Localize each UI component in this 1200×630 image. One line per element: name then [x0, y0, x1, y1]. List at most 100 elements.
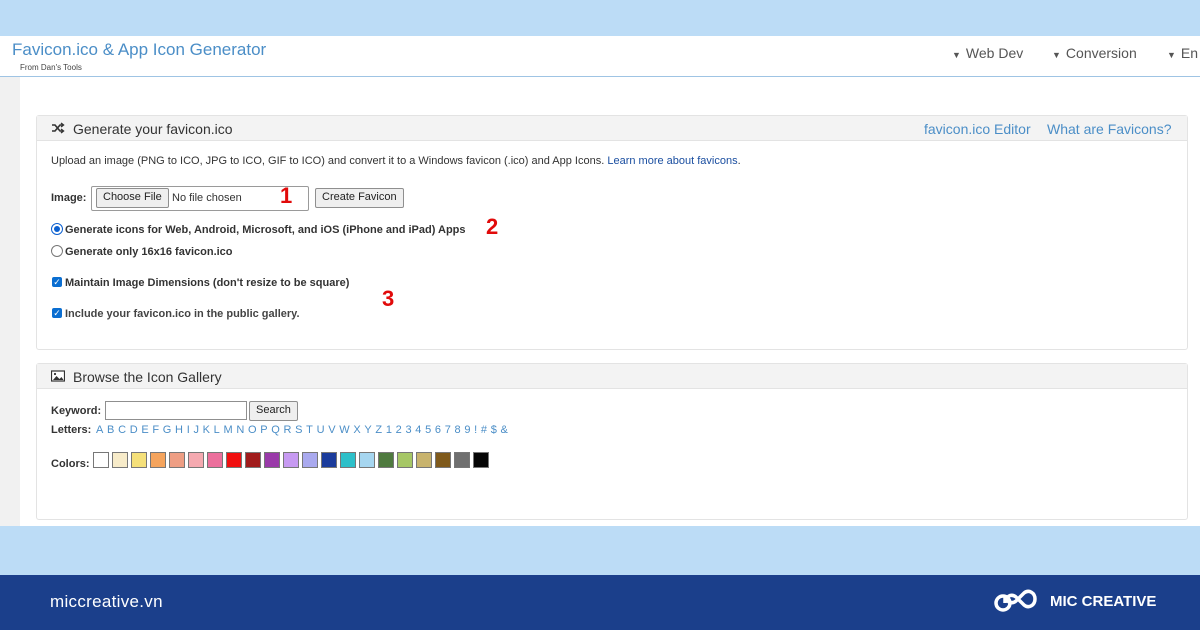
- option-all-label: Generate icons for Web, Android, Microso…: [65, 224, 466, 236]
- color-swatch[interactable]: [435, 452, 451, 468]
- letters-label: Letters:: [51, 424, 92, 436]
- radio-16-only[interactable]: [51, 245, 63, 257]
- color-swatch[interactable]: [264, 452, 280, 468]
- checkbox-maintain-dimensions[interactable]: ✓: [52, 277, 62, 287]
- letter-link[interactable]: Z: [375, 424, 382, 436]
- colors-label: Colors:: [51, 458, 90, 470]
- letter-link[interactable]: Q: [271, 424, 280, 436]
- brand-footer: miccreative.vn MIC CREATIVE: [0, 575, 1200, 630]
- color-swatch[interactable]: [397, 452, 413, 468]
- letter-link[interactable]: H: [175, 424, 183, 436]
- letter-link[interactable]: A: [96, 424, 103, 436]
- callout-3: 3: [382, 286, 395, 311]
- color-swatch[interactable]: [169, 452, 185, 468]
- what-are-favicons-link[interactable]: What are Favicons?: [1047, 121, 1172, 137]
- color-swatch[interactable]: [207, 452, 223, 468]
- footer-brand: MIC CREATIVE: [1050, 593, 1157, 610]
- letter-link[interactable]: S: [295, 424, 302, 436]
- caret-down-icon: ▼: [1052, 50, 1061, 60]
- letter-link[interactable]: F: [152, 424, 159, 436]
- letter-link[interactable]: 4: [415, 424, 421, 436]
- letter-link[interactable]: 1: [386, 424, 392, 436]
- generator-panel: Generate your favicon.ico favicon.ico Ed…: [36, 115, 1188, 350]
- file-input[interactable]: Choose File No file chosen: [91, 186, 309, 211]
- letter-link[interactable]: 6: [435, 424, 441, 436]
- color-swatch[interactable]: [112, 452, 128, 468]
- nav-en[interactable]: ▼ En: [1167, 45, 1198, 61]
- letter-link[interactable]: 8: [455, 424, 461, 436]
- color-swatch[interactable]: [378, 452, 394, 468]
- favicon-editor-link[interactable]: favicon.ico Editor: [924, 121, 1031, 137]
- letter-link[interactable]: 2: [396, 424, 402, 436]
- color-swatch[interactable]: [283, 452, 299, 468]
- nav-label: En: [1180, 45, 1199, 61]
- letter-link[interactable]: V: [328, 424, 335, 436]
- include-gallery-label: Include your favicon.ico in the public g…: [65, 308, 300, 320]
- browser-screenshot: Favicon.ico & App Icon Generator From Da…: [0, 36, 1200, 526]
- choose-file-button[interactable]: Choose File: [96, 188, 169, 208]
- site-title[interactable]: Favicon.ico & App Icon Generator: [12, 40, 266, 60]
- letter-link[interactable]: L: [214, 424, 220, 436]
- letter-link[interactable]: 3: [405, 424, 411, 436]
- letter-link[interactable]: Y: [364, 424, 371, 436]
- letter-link[interactable]: J: [193, 424, 199, 436]
- letter-link[interactable]: R: [284, 424, 292, 436]
- letter-link[interactable]: B: [107, 424, 114, 436]
- color-swatch[interactable]: [245, 452, 261, 468]
- search-button[interactable]: Search: [249, 401, 298, 421]
- nav-web-dev[interactable]: ▼ Web Dev: [952, 45, 1023, 61]
- letter-link[interactable]: 9: [464, 424, 470, 436]
- color-swatch[interactable]: [150, 452, 166, 468]
- letter-link[interactable]: 7: [445, 424, 451, 436]
- caret-down-icon: ▼: [952, 50, 961, 60]
- color-swatch[interactable]: [188, 452, 204, 468]
- color-swatch[interactable]: [340, 452, 356, 468]
- learn-more-link[interactable]: Learn more about favicons: [607, 155, 737, 167]
- letter-link[interactable]: I: [187, 424, 190, 436]
- callout-1: 1: [280, 183, 293, 208]
- color-swatch[interactable]: [93, 452, 109, 468]
- letter-link[interactable]: &: [501, 424, 508, 436]
- main-content: Generate your favicon.ico favicon.ico Ed…: [20, 77, 1200, 526]
- letter-link[interactable]: K: [203, 424, 210, 436]
- create-favicon-button[interactable]: Create Favicon: [315, 188, 404, 208]
- letter-link[interactable]: $: [491, 424, 497, 436]
- color-swatch[interactable]: [226, 452, 242, 468]
- gallery-panel: Browse the Icon Gallery Keyword: Search …: [36, 363, 1188, 520]
- letter-link[interactable]: P: [260, 424, 267, 436]
- letter-link[interactable]: M: [223, 424, 232, 436]
- radio-all-icons[interactable]: [51, 223, 63, 235]
- gallery-panel-header: Browse the Icon Gallery: [37, 364, 1187, 389]
- letter-link[interactable]: G: [163, 424, 172, 436]
- color-swatch[interactable]: [473, 452, 489, 468]
- letter-link[interactable]: E: [141, 424, 148, 436]
- color-swatch[interactable]: [302, 452, 318, 468]
- color-swatch[interactable]: [359, 452, 375, 468]
- letter-link[interactable]: N: [236, 424, 244, 436]
- letter-link[interactable]: O: [248, 424, 257, 436]
- maintain-dims-label: Maintain Image Dimensions (don't resize …: [65, 277, 350, 289]
- no-file-text: No file chosen: [172, 192, 242, 204]
- image-label: Image:: [51, 192, 87, 204]
- letter-link[interactable]: C: [118, 424, 126, 436]
- letter-link[interactable]: U: [317, 424, 325, 436]
- color-swatch[interactable]: [454, 452, 470, 468]
- footer-url: miccreative.vn: [50, 592, 163, 611]
- color-swatch[interactable]: [131, 452, 147, 468]
- color-swatch[interactable]: [416, 452, 432, 468]
- letter-link[interactable]: T: [306, 424, 313, 436]
- letter-link[interactable]: W: [339, 424, 349, 436]
- letter-link[interactable]: #: [481, 424, 487, 436]
- site-subtitle: From Dan's Tools: [20, 63, 82, 72]
- letter-link[interactable]: X: [353, 424, 360, 436]
- top-banner-band: [0, 0, 1200, 36]
- intro-sentence: Upload an image (PNG to ICO, JPG to ICO,…: [51, 155, 605, 167]
- checkbox-include-gallery[interactable]: ✓: [52, 308, 62, 318]
- keyword-input[interactable]: [105, 401, 247, 420]
- site-header: Favicon.ico & App Icon Generator From Da…: [0, 36, 1200, 77]
- color-swatch[interactable]: [321, 452, 337, 468]
- nav-conversion[interactable]: ▼ Conversion: [1052, 45, 1137, 61]
- letter-link[interactable]: !: [474, 424, 477, 436]
- letter-link[interactable]: 5: [425, 424, 431, 436]
- letter-link[interactable]: D: [130, 424, 138, 436]
